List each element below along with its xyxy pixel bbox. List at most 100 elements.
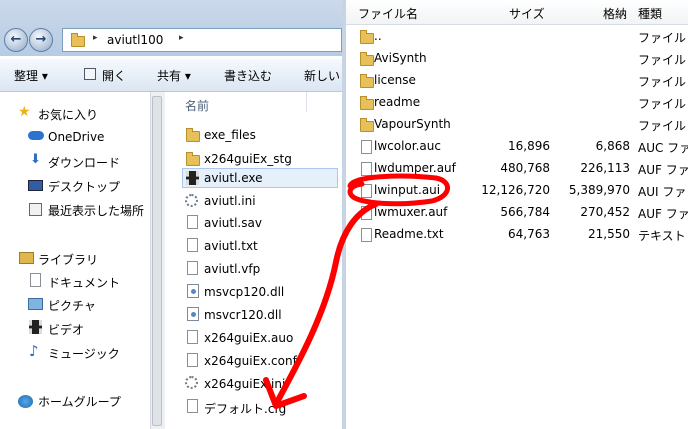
- file-icon: [187, 353, 198, 367]
- archive-row-name[interactable]: lwdumper.auf: [374, 161, 456, 175]
- archive-row-packed: 226,113: [580, 161, 630, 175]
- nav-videos[interactable]: ビデオ: [48, 321, 84, 338]
- file-item[interactable]: x264guiEx.conf: [204, 354, 297, 368]
- music-note-icon: ♪: [29, 342, 39, 360]
- file-item[interactable]: aviutl.ini: [204, 194, 256, 208]
- archive-row-size: 16,896: [508, 139, 550, 153]
- burn-button[interactable]: 書き込む: [224, 67, 272, 84]
- breadcrumb-separator: ▸: [179, 33, 184, 43]
- new-folder-button[interactable]: 新しい: [304, 67, 340, 84]
- file-item[interactable]: x264guiEx_stg: [204, 152, 292, 166]
- archive-row-type: ファイル: [638, 75, 687, 89]
- archive-file-list-window: ファイル名 サイズ 格納 種類 .. ファイル AviSynth ファイル li…: [342, 0, 688, 429]
- nav-homegroup[interactable]: ホームグループ: [38, 393, 121, 410]
- command-bar: 整理 ▾ 開く 共有 ▾ 書き込む 新しい: [0, 59, 342, 92]
- column-header-filename[interactable]: ファイル名: [358, 5, 418, 22]
- settings-file-icon: [185, 194, 198, 207]
- nav-music[interactable]: ミュージック: [48, 345, 120, 362]
- back-button[interactable]: ←: [4, 28, 28, 52]
- exe-icon: [186, 171, 199, 185]
- dll-icon: [187, 284, 199, 298]
- archive-row-size: 480,768: [500, 161, 550, 175]
- file-item[interactable]: exe_files: [204, 128, 256, 142]
- nav-recent-places[interactable]: 最近表示した場所: [48, 202, 144, 219]
- nav-documents[interactable]: ドキュメント: [48, 274, 120, 291]
- desktop-icon: [28, 180, 43, 191]
- file-item[interactable]: msvcr120.dll: [204, 308, 282, 322]
- folder-icon: [71, 33, 85, 47]
- folder-icon: [360, 96, 374, 110]
- nav-desktop[interactable]: デスクトップ: [48, 178, 120, 195]
- archive-row-name[interactable]: lwmuxer.auf: [374, 205, 447, 219]
- archive-row-name[interactable]: lwinput.aui: [374, 183, 440, 197]
- forward-arrow-icon: →: [35, 32, 47, 47]
- archive-row-name[interactable]: readme: [374, 95, 420, 109]
- archive-row-size: 566,784: [500, 205, 550, 219]
- folder-icon: [360, 52, 374, 66]
- file-item[interactable]: x264guiEx.auo: [204, 331, 293, 345]
- column-divider: [306, 92, 307, 112]
- column-header-name[interactable]: 名前: [185, 97, 209, 114]
- file-icon: [361, 162, 372, 176]
- column-header-row: ファイル名 サイズ 格納 種類: [346, 0, 688, 25]
- nav-onedrive[interactable]: OneDrive: [48, 130, 104, 144]
- archive-row-type: テキスト: [638, 229, 686, 243]
- dll-icon: [187, 307, 199, 321]
- library-icon: [19, 252, 34, 264]
- folder-icon: [360, 30, 374, 44]
- archive-row-name[interactable]: lwcolor.auc: [374, 139, 441, 153]
- file-icon: [361, 184, 372, 198]
- documents-icon: [30, 273, 41, 287]
- archive-row-size: 12,126,720: [481, 183, 550, 197]
- archive-row-name[interactable]: Readme.txt: [374, 227, 444, 241]
- settings-file-icon: [185, 376, 198, 389]
- file-item[interactable]: aviutl.vfp: [204, 262, 260, 276]
- download-icon: ⬇: [30, 152, 41, 167]
- archive-row-name[interactable]: VapourSynth: [374, 117, 451, 131]
- text-file-icon: [187, 238, 198, 252]
- file-item[interactable]: x264guiEx.ini: [204, 377, 285, 391]
- nav-downloads[interactable]: ダウンロード: [48, 154, 120, 171]
- videos-icon: [29, 320, 42, 334]
- file-item[interactable]: デフォルト.cfg: [204, 400, 286, 417]
- archive-row-name[interactable]: AviSynth: [374, 51, 427, 65]
- file-icon: [187, 261, 198, 275]
- nav-pictures[interactable]: ピクチャ: [48, 297, 96, 314]
- archive-row-type: ファイル: [638, 97, 687, 111]
- open-button[interactable]: 開く: [102, 67, 126, 84]
- file-icon: [361, 140, 372, 154]
- archive-row-size: 64,763: [508, 227, 550, 241]
- archive-row-type: ファイル: [638, 31, 687, 45]
- nav-scrollbar-thumb[interactable]: [152, 96, 162, 426]
- file-item[interactable]: msvcp120.dll: [204, 285, 284, 299]
- column-header-size[interactable]: サイズ: [509, 5, 545, 22]
- archive-row-type: AUI ファ: [638, 185, 687, 199]
- archive-row-name[interactable]: license: [374, 73, 416, 87]
- archive-row-type: ファイル: [638, 53, 687, 67]
- file-icon: [187, 330, 198, 344]
- star-icon: ★: [18, 104, 31, 120]
- breadcrumb-separator: ▸: [93, 33, 98, 43]
- nav-libraries[interactable]: ライブラリ: [38, 251, 98, 268]
- file-item[interactable]: aviutl.exe: [204, 171, 263, 185]
- column-header-packed[interactable]: 格納: [603, 5, 627, 22]
- breadcrumb-aviutl100[interactable]: aviutl100: [107, 33, 163, 47]
- cloud-icon: [28, 131, 44, 140]
- archive-row-name[interactable]: ..: [374, 29, 382, 43]
- file-icon: [187, 399, 198, 413]
- address-bar[interactable]: ▸ aviutl100 ▸: [62, 28, 342, 52]
- share-button[interactable]: 共有 ▾: [157, 67, 191, 84]
- open-icon: [84, 68, 96, 80]
- forward-button[interactable]: →: [29, 28, 53, 52]
- folder-icon: [360, 118, 374, 132]
- organize-button[interactable]: 整理 ▾: [14, 67, 48, 84]
- recent-places-icon: [29, 203, 42, 216]
- nav-favorites[interactable]: お気に入り: [38, 106, 98, 123]
- archive-row-type: AUC ファ: [638, 141, 688, 155]
- column-header-type[interactable]: 種類: [638, 5, 662, 22]
- pictures-icon: [28, 298, 43, 310]
- file-item[interactable]: aviutl.txt: [204, 239, 258, 253]
- back-arrow-icon: ←: [10, 32, 22, 47]
- archive-row-type: AUF ファ: [638, 207, 688, 221]
- file-item[interactable]: aviutl.sav: [204, 216, 262, 230]
